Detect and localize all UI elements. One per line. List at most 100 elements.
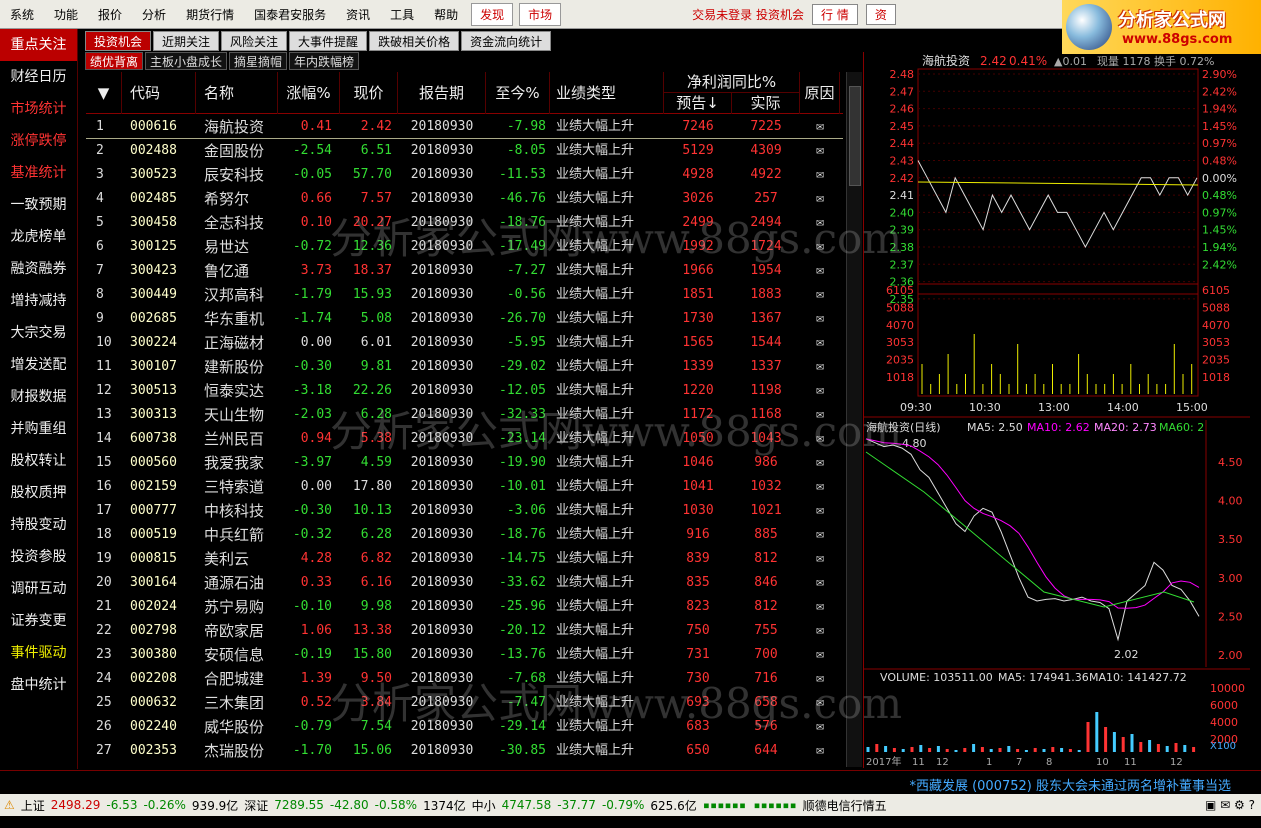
table-row[interactable]: 1 000616 海航投资 0.41 2.42 20180930 -7.98 业绩大幅上升 72…: [86, 115, 843, 139]
sort-menu-icon[interactable]: ▼: [86, 72, 122, 114]
sidebar-item[interactable]: 并购重组: [0, 413, 77, 445]
sidebar-item[interactable]: 财报数据: [0, 381, 77, 413]
menu-item[interactable]: 资讯: [336, 6, 380, 23]
subtab[interactable]: 主板小盘成长: [145, 52, 228, 70]
table-row[interactable]: 17 000777 中核科技 -0.30 10.13 20180930 -3.06 业绩大幅上…: [86, 499, 843, 523]
tab[interactable]: 资金流向统计: [461, 31, 552, 51]
mail-icon[interactable]: ✉: [800, 163, 840, 187]
mail-icon[interactable]: ✉: [800, 619, 840, 643]
sidebar-item[interactable]: 调研互动: [0, 573, 77, 605]
sidebar-item[interactable]: 股权质押: [0, 477, 77, 509]
col-reason[interactable]: 原因: [800, 72, 840, 114]
table-row[interactable]: 10 300224 正海磁材 0.00 6.01 20180930 -5.95 业绩大幅上升 1…: [86, 331, 843, 355]
col-name[interactable]: 名称: [196, 72, 278, 114]
mail-icon[interactable]: ✉: [800, 643, 840, 667]
mail-icon[interactable]: ✉: [800, 427, 840, 451]
mail-icon[interactable]: ✉: [800, 235, 840, 259]
mail-icon[interactable]: ✉: [800, 667, 840, 691]
table-row[interactable]: 5 300458 全志科技 0.10 20.27 20180930 -18.76 业绩大幅上升…: [86, 211, 843, 235]
tab[interactable]: 风险关注: [221, 31, 288, 51]
table-row[interactable]: 16 002159 三特索道 0.00 17.80 20180930 -10.01 业绩大幅上…: [86, 475, 843, 499]
sidebar-item[interactable]: 融资融券: [0, 253, 77, 285]
table-row[interactable]: 21 002024 苏宁易购 -0.10 9.98 20180930 -25.96 业绩大幅上…: [86, 595, 843, 619]
table-row[interactable]: 6 300125 易世达 -0.72 12.36 20180930 -17.49 业绩大幅上升…: [86, 235, 843, 259]
menu-item[interactable]: 系统: [0, 6, 44, 23]
scroll-thumb[interactable]: [849, 86, 861, 186]
alert-icon[interactable]: ⚠: [4, 798, 15, 812]
tab[interactable]: 大事件提醒: [289, 31, 368, 51]
sidebar-item[interactable]: 大宗交易: [0, 317, 77, 349]
table-row[interactable]: 23 300380 安硕信息 -0.19 15.80 20180930 -13.76 业绩大幅…: [86, 643, 843, 667]
table-row[interactable]: 3 300523 辰安科技 -0.05 57.70 20180930 -11.53 业绩大幅上…: [86, 163, 843, 187]
sidebar-item[interactable]: 事件驱动: [0, 637, 77, 669]
table-row[interactable]: 18 000519 中兵红箭 -0.32 6.28 20180930 -18.76 业绩大幅上…: [86, 523, 843, 547]
table-row[interactable]: 8 300449 汉邦高科 -1.79 15.93 20180930 -0.56 业绩大幅上升…: [86, 283, 843, 307]
col-price[interactable]: 现价: [340, 72, 398, 114]
mail-icon[interactable]: ✉: [800, 739, 840, 763]
mail-icon[interactable]: ✉: [800, 691, 840, 715]
sidebar-item[interactable]: 一致预期: [0, 189, 77, 221]
sidebar-item[interactable]: 涨停跌停: [0, 125, 77, 157]
col-sincenow[interactable]: 至今%: [486, 72, 550, 114]
table-row[interactable]: 9 002685 华东重机 -1.74 5.08 20180930 -26.70 业绩大幅上升…: [86, 307, 843, 331]
mail-icon[interactable]: ✉: [800, 571, 840, 595]
col-forecast[interactable]: 预告↓: [664, 93, 732, 114]
mail-icon[interactable]: ✉: [800, 115, 840, 139]
subtab[interactable]: 摘星摘帽: [229, 52, 288, 70]
table-row[interactable]: 4 002485 希努尔 0.66 7.57 20180930 -46.76 业绩大幅上升 30…: [86, 187, 843, 211]
mail-icon[interactable]: ✉: [800, 403, 840, 427]
sidebar-item[interactable]: 市场统计: [0, 93, 77, 125]
tab[interactable]: 跌破相关价格: [369, 31, 460, 51]
news-text[interactable]: *西藏发展 (000752) 股东大会未通过两名增补董事当选: [909, 775, 1231, 794]
mail-icon[interactable]: ✉: [800, 451, 840, 475]
sidebar-item[interactable]: 财经日历: [0, 61, 77, 93]
market-button[interactable]: 市场: [519, 2, 562, 26]
menu-item[interactable]: 期货行情: [176, 6, 244, 23]
mail-icon[interactable]: ✉: [800, 355, 840, 379]
mail-icon[interactable]: ✉: [800, 139, 840, 163]
tab-opportunity[interactable]: 投资机会: [85, 31, 152, 51]
col-type[interactable]: 业绩类型: [550, 72, 664, 114]
vertical-scrollbar[interactable]: [846, 72, 862, 767]
table-row[interactable]: 22 002798 帝欧家居 1.06 13.38 20180930 -20.12 业绩大幅上…: [86, 619, 843, 643]
menu-item[interactable]: 国泰君安服务: [244, 6, 336, 23]
menu-item[interactable]: 工具: [380, 6, 424, 23]
mail-icon[interactable]: ✉: [800, 379, 840, 403]
sidebar-item[interactable]: 基准统计: [0, 157, 77, 189]
col-period[interactable]: 报告期: [398, 72, 486, 114]
table-row[interactable]: 2 002488 金固股份 -2.54 6.51 20180930 -8.05 业绩大幅上升 5…: [86, 139, 843, 163]
table-row[interactable]: 12 300513 恒泰实达 -3.18 22.26 20180930 -12.05 业绩大幅…: [86, 379, 843, 403]
mail-icon[interactable]: ✉: [800, 523, 840, 547]
table-row[interactable]: 7 300423 鲁亿通 3.73 18.37 20180930 -7.27 业绩大幅上升 19…: [86, 259, 843, 283]
discover-button[interactable]: 发现: [471, 2, 514, 26]
mail-icon[interactable]: ✉: [800, 307, 840, 331]
menu-item[interactable]: 功能: [44, 6, 88, 23]
mail-icon[interactable]: ✉: [800, 187, 840, 211]
table-row[interactable]: 27 002353 杰瑞股份 -1.70 15.06 20180930 -30.85 业绩大幅…: [86, 739, 843, 763]
mail-icon[interactable]: ✉: [800, 475, 840, 499]
table-row[interactable]: 20 300164 通源石油 0.33 6.16 20180930 -33.62 业绩大幅上升…: [86, 571, 843, 595]
mail-icon[interactable]: ✉: [800, 283, 840, 307]
table-row[interactable]: 11 300107 建新股份 -0.30 9.81 20180930 -29.02 业绩大幅上…: [86, 355, 843, 379]
sidebar-item[interactable]: 增持减持: [0, 285, 77, 317]
quote-button[interactable]: 行 情: [812, 3, 858, 25]
sidebar-item[interactable]: 增发送配: [0, 349, 77, 381]
sidebar-item[interactable]: 盘中统计: [0, 669, 77, 701]
menu-item[interactable]: 报价: [88, 6, 132, 23]
col-actual[interactable]: 实际: [732, 93, 800, 114]
sidebar-item[interactable]: 投资参股: [0, 541, 77, 573]
table-row[interactable]: 25 000632 三木集团 0.52 3.84 20180930 -7.47 业绩大幅上升 6…: [86, 691, 843, 715]
tab[interactable]: 近期关注: [153, 31, 220, 51]
sidebar-item[interactable]: 股权转让: [0, 445, 77, 477]
menu-item[interactable]: 帮助: [424, 6, 468, 23]
table-row[interactable]: 19 000815 美利云 4.28 6.82 20180930 -14.75 业绩大幅上升 8…: [86, 547, 843, 571]
col-code[interactable]: 代码: [122, 72, 196, 114]
mail-icon[interactable]: ✉: [800, 499, 840, 523]
mail-icon[interactable]: ✉: [800, 715, 840, 739]
sidebar-item-focus[interactable]: 重点关注: [0, 29, 77, 61]
sidebar-item[interactable]: 证券变更: [0, 605, 77, 637]
mail-icon[interactable]: ✉: [800, 259, 840, 283]
table-row[interactable]: 13 300313 天山生物 -2.03 6.28 20180930 -32.33 业绩大幅上…: [86, 403, 843, 427]
mail-icon[interactable]: ✉: [800, 331, 840, 355]
menu-item[interactable]: 分析: [132, 6, 176, 23]
